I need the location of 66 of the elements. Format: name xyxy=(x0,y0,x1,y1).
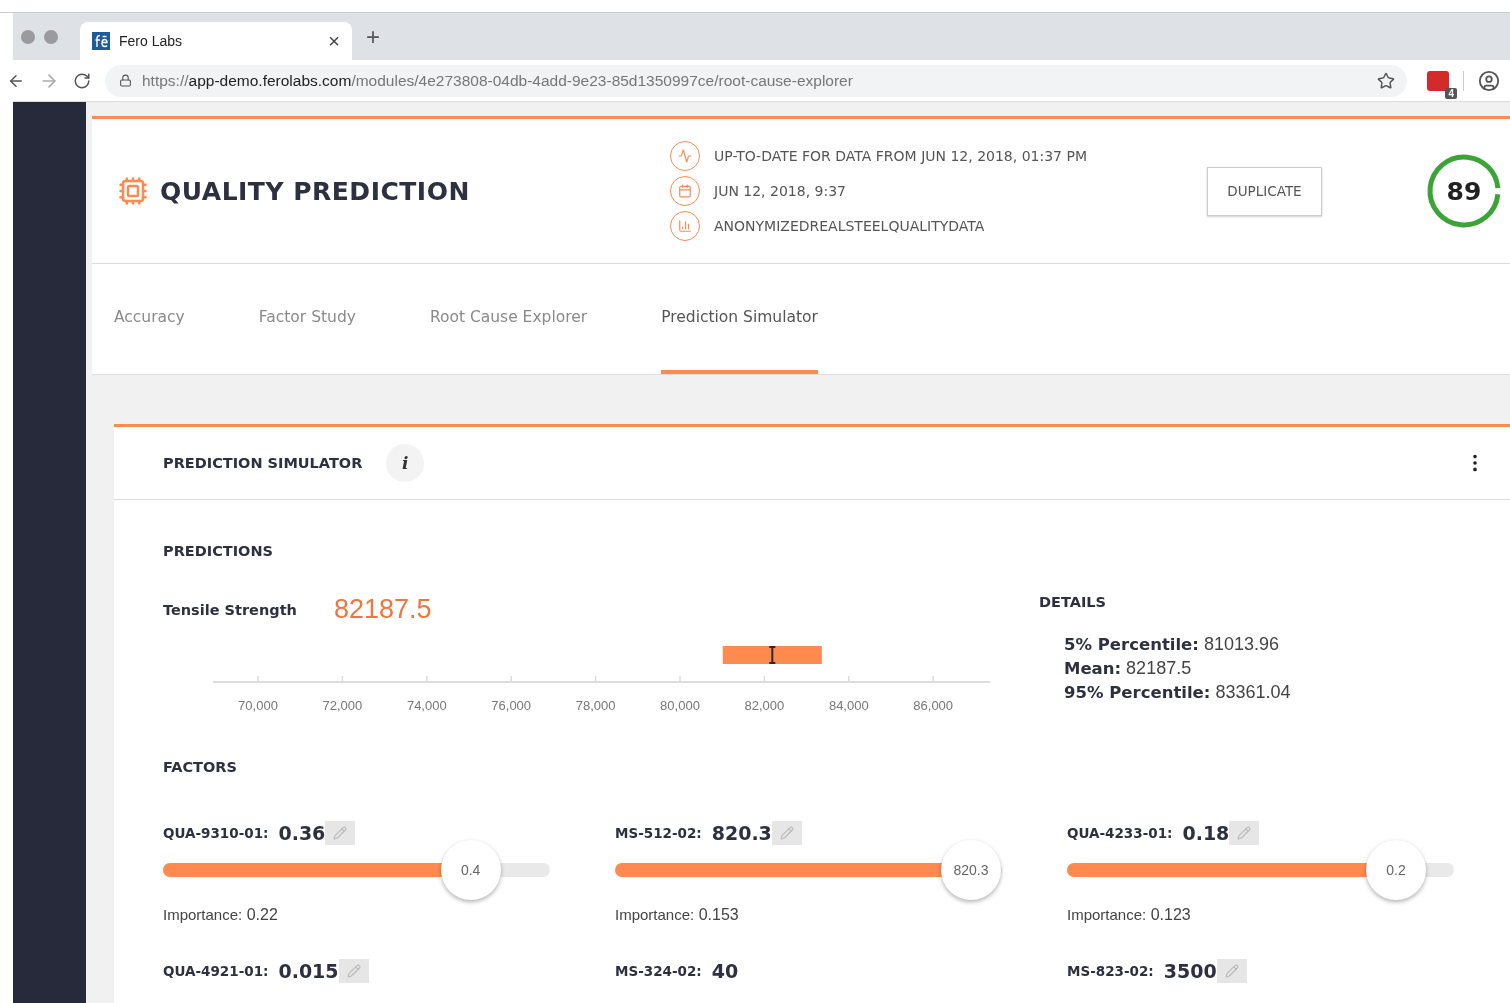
profile-icon[interactable] xyxy=(1478,69,1500,92)
slider-thumb[interactable]: 0.4 xyxy=(440,840,501,900)
bookmark-star-icon[interactable] xyxy=(1377,71,1395,90)
module-title: QUALITY PREDICTION xyxy=(160,176,470,206)
page-tab[interactable]: Factor Study xyxy=(258,264,356,374)
axis-tick-label: 86,000 xyxy=(913,698,954,713)
extension-badge: 4 xyxy=(1445,87,1457,99)
factor-value: 40 xyxy=(711,960,739,982)
prediction-value: 82187.5 xyxy=(333,594,432,625)
axis-tick-label: 76,000 xyxy=(491,698,532,713)
lock-icon xyxy=(119,74,132,87)
factor-value: 3500 xyxy=(1163,960,1217,982)
axis-tick-label: 82,000 xyxy=(744,698,785,713)
score-value: 89 xyxy=(1445,175,1483,208)
window-control[interactable] xyxy=(21,29,35,44)
mean-marker xyxy=(768,646,777,664)
axis-tick-label: 84,000 xyxy=(828,698,869,713)
factor-name: MS-823-02: xyxy=(1067,963,1154,979)
importance-text: Importance: 0.153 xyxy=(615,906,740,924)
chip-icon xyxy=(118,176,148,206)
edit-pencil-icon[interactable] xyxy=(1216,959,1247,983)
edit-pencil-icon[interactable] xyxy=(1229,821,1260,845)
section-heading: DETAILS xyxy=(1039,594,1107,610)
close-tab-button[interactable]: × xyxy=(328,29,340,53)
reload-icon[interactable] xyxy=(73,71,91,90)
factor-name: MS-512-02: xyxy=(615,825,702,841)
tab-title: Fero Labs xyxy=(119,33,184,49)
page-tab[interactable]: Accuracy xyxy=(114,264,185,374)
axis-tick-label: 72,000 xyxy=(322,698,363,713)
axis-tick-label: 70,000 xyxy=(238,698,278,713)
slider-thumb[interactable]: 0.2 xyxy=(1365,840,1426,900)
importance-text: Importance: 0.123 xyxy=(1067,906,1192,924)
factor-value: 0.015 xyxy=(278,960,339,982)
edit-pencil-icon[interactable] xyxy=(325,821,356,845)
new-tab-button[interactable]: + xyxy=(366,22,380,51)
factor-name: QUA-9310-01: xyxy=(163,825,269,841)
card-title: PREDICTION SIMULATOR xyxy=(163,455,363,471)
section-heading: FACTORS xyxy=(163,759,238,775)
meta-text: JUN 12, 2018, 9:37 xyxy=(714,183,846,199)
factor-name: QUA-4233-01: xyxy=(1067,825,1173,841)
url-text: https://app-demo.ferolabs.com/modules/4e273808-04db-4add-9e23-85d1350997ce/root-cause-explorer xyxy=(142,71,854,90)
section-heading: PREDICTIONS xyxy=(163,543,274,559)
edit-pencil-icon[interactable] xyxy=(771,821,802,845)
extension-icon[interactable] xyxy=(1427,70,1449,91)
meta-text: UP-TO-DATE FOR DATA FROM JUN 12, 2018, 01:37 PM xyxy=(714,148,1087,164)
detail-line: Mean: 82187.5 xyxy=(1064,658,1193,679)
factor-name: MS-324-02: xyxy=(615,963,702,979)
axis-tick-label: 80,000 xyxy=(660,698,700,713)
info-button[interactable]: i xyxy=(386,444,425,482)
page-tab[interactable]: Prediction Simulator xyxy=(661,264,818,374)
detail-line: 95% Percentile: 83361.04 xyxy=(1064,682,1292,703)
address-bar[interactable]: https://app-demo.ferolabs.com/modules/4e273808-04db-4add-9e23-85d1350997ce/root-cause-explorer xyxy=(105,64,1407,97)
window-control[interactable] xyxy=(44,29,58,44)
axis-tick-label: 74,000 xyxy=(406,698,447,713)
duplicate-button[interactable]: DUPLICATE xyxy=(1207,166,1322,216)
edit-pencil-icon[interactable] xyxy=(338,959,369,983)
axis-tick-label: 78,000 xyxy=(575,698,616,713)
detail-line: 5% Percentile: 81013.96 xyxy=(1064,634,1280,655)
importance-text: Importance: 0.22 xyxy=(163,906,279,924)
target-label: Tensile Strength xyxy=(163,601,297,618)
factor-name: QUA-4921-01: xyxy=(163,963,269,979)
page-tab[interactable]: Root Cause Explorer xyxy=(429,264,588,374)
meta-text: ANONYMIZEDREALSTEELQUALITYDATA xyxy=(714,218,985,234)
slider-thumb[interactable]: 820.3 xyxy=(941,840,1002,900)
site-logo-icon xyxy=(92,32,110,50)
browser-tab[interactable]: Fero Labs × xyxy=(80,22,352,60)
